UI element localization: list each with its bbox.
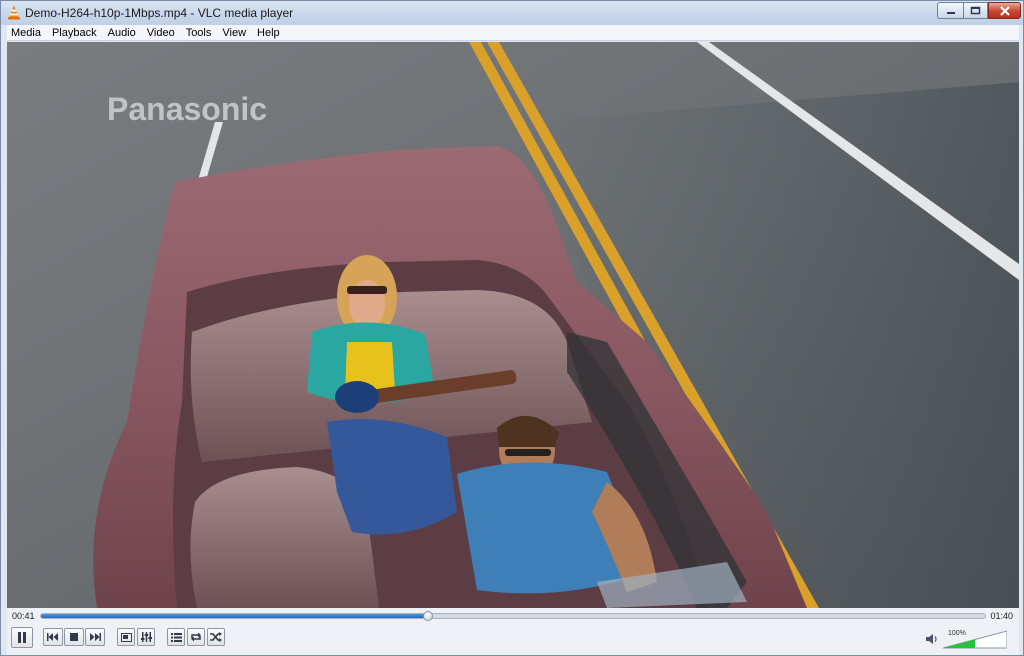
loop-icon [191,632,201,642]
video-area[interactable]: Panasonic [7,42,1019,608]
menu-playback[interactable]: Playback [48,25,101,41]
video-frame: Panasonic [7,42,1019,608]
minimize-icon [946,11,955,14]
playlist-button[interactable] [167,628,185,646]
control-bar: 100% [7,625,1019,655]
pause-icon [18,632,26,643]
stop-button[interactable] [64,628,84,646]
seek-slider[interactable] [40,611,986,621]
random-icon [210,632,222,642]
menu-help[interactable]: Help [253,25,284,41]
maximize-icon [970,6,981,15]
menu-view[interactable]: View [218,25,250,41]
seek-bar: 00:41 01:40 [7,608,1019,625]
previous-icon [47,633,58,641]
menu-media[interactable]: Media [7,25,45,41]
loop-button[interactable] [187,628,205,646]
menu-tools[interactable]: Tools [182,25,216,41]
title-bar[interactable]: Demo-H264-h10p-1Mbps.mp4 - VLC media pla… [1,1,1023,25]
next-button[interactable] [85,628,105,646]
playlist-icon [170,632,182,642]
seek-progress-fill [41,614,429,618]
menu-bar: Media Playback Audio Video Tools View He… [7,25,1019,41]
stop-icon [70,633,78,641]
vlc-cone-icon [8,5,20,20]
fullscreen-icon [120,632,132,642]
window-title: Demo-H264-h10p-1Mbps.mp4 - VLC media pla… [25,6,294,20]
video-watermark: Panasonic [107,91,267,127]
volume-percentage: 100% [948,630,966,637]
seek-handle[interactable] [423,611,434,621]
maximize-button[interactable] [963,2,988,19]
time-total: 01:40 [990,611,1013,621]
menu-video[interactable]: Video [143,25,179,41]
random-button[interactable] [207,628,225,646]
fullscreen-button[interactable] [117,628,135,646]
menu-audio[interactable]: Audio [104,25,140,41]
extended-settings-icon [140,632,152,642]
close-button[interactable] [988,2,1021,19]
vlc-window: Demo-H264-h10p-1Mbps.mp4 - VLC media pla… [0,0,1024,656]
previous-button[interactable] [43,628,63,646]
next-icon [90,633,101,641]
speaker-icon[interactable] [925,633,939,645]
extended-settings-button[interactable] [137,628,155,646]
time-elapsed: 00:41 [12,611,35,621]
minimize-button[interactable] [937,2,963,19]
close-icon [999,5,1010,16]
play-pause-button[interactable] [11,627,33,648]
